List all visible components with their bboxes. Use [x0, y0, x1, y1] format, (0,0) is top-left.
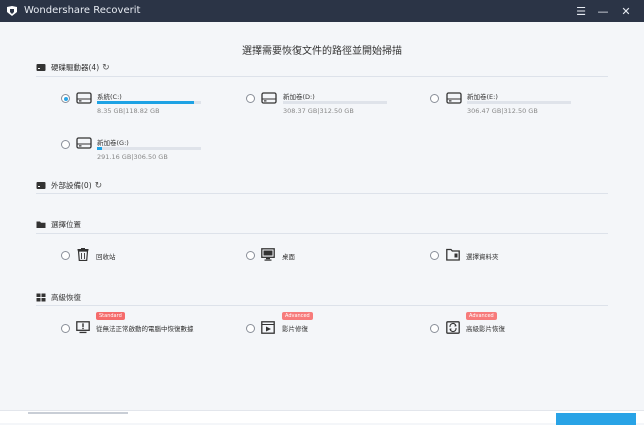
advanced-badge: Advanced [466, 312, 497, 320]
section-location-label: 選擇位置 [51, 220, 81, 229]
advanced-video-repair-radio[interactable] [246, 324, 255, 333]
minimize-icon[interactable]: — [595, 3, 611, 19]
drive-d-size: 308.37 GB|312.50 GB [283, 107, 354, 115]
section-divider [36, 305, 608, 306]
advanced-video-recover-radio[interactable] [430, 324, 439, 333]
section-external: 外部設備(0) ↻ [36, 180, 102, 191]
section-advanced-label: 高級恢復 [51, 293, 81, 302]
drive-g-usage-bar [97, 147, 201, 150]
location-desktop-label: 桌面 [282, 253, 295, 261]
app-title: Wondershare Recoverit [24, 5, 141, 16]
app-logo-icon [7, 6, 17, 16]
section-advanced: 高級恢復 [36, 292, 81, 303]
drive-g-name: 新加卷(G:) [97, 139, 129, 147]
drive-e-radio[interactable] [430, 94, 439, 103]
start-button[interactable] [556, 413, 636, 425]
page-title: 選擇需要恢復文件的路徑並開始掃描 [242, 46, 402, 57]
section-hard-drives: 硬碟驅動器(4) ↻ [36, 62, 110, 73]
hard-drive-icon [261, 92, 277, 104]
location-desktop-radio[interactable] [246, 251, 255, 260]
hard-drive-icon [446, 92, 462, 104]
drive-c-name: 系統(C:) [97, 93, 122, 101]
drive-d-radio[interactable] [246, 94, 255, 103]
folder-icon [446, 248, 460, 261]
drive-c-radio[interactable] [61, 94, 70, 103]
footer-hint [28, 412, 128, 414]
menu-icon[interactable]: ☰ [573, 3, 589, 19]
drive-d-name: 新加卷(D:) [283, 93, 315, 101]
drive-g-size: 291.16 GB|306.50 GB [97, 153, 168, 161]
drive-d-usage-bar [283, 101, 387, 104]
section-divider [36, 233, 608, 234]
video-recover-icon [446, 321, 460, 334]
advanced-crashed-pc-radio[interactable] [61, 324, 70, 333]
advanced-section-icon [36, 293, 46, 302]
location-folder-radio[interactable] [430, 251, 439, 260]
trash-icon [77, 248, 89, 261]
refresh-icon[interactable]: ↻ [102, 63, 110, 73]
monitor-icon [261, 248, 275, 261]
location-section-icon [36, 221, 46, 228]
section-divider [36, 76, 608, 77]
advanced-video-recover-label: 高級影片恢復 [466, 325, 505, 333]
drive-g-usage-fill [97, 147, 103, 150]
section-location: 選擇位置 [36, 219, 81, 230]
external-drive-section-icon [36, 182, 46, 189]
drive-e-usage-bar [467, 101, 571, 104]
footer-bar [0, 410, 644, 425]
drive-c-usage-fill [97, 101, 194, 104]
section-hard-drives-label: 硬碟驅動器(4) [51, 63, 100, 72]
close-icon[interactable]: ✕ [618, 3, 634, 19]
video-icon [261, 321, 275, 334]
location-folder-label: 選擇資料夾 [466, 253, 499, 261]
drive-e-name: 新加卷(E:) [467, 93, 498, 101]
location-recycle-bin-label: 回收站 [96, 253, 116, 261]
standard-badge: Standard [96, 312, 125, 320]
hard-drive-section-icon [36, 64, 46, 71]
drive-c-size: 8.35 GB|118.82 GB [97, 107, 160, 115]
drive-e-size: 306.47 GB|312.50 GB [467, 107, 538, 115]
alert-monitor-icon [76, 321, 90, 334]
advanced-crashed-pc-label: 從無法正常啟動的電腦中恢復數據 [96, 325, 194, 333]
hard-drive-icon [76, 92, 92, 104]
section-external-label: 外部設備(0) [51, 181, 92, 190]
location-recycle-bin-radio[interactable] [61, 251, 70, 260]
title-bar: Wondershare Recoverit ☰ — ✕ [0, 0, 644, 22]
section-divider [36, 193, 608, 194]
hard-drive-icon [76, 137, 92, 149]
drive-g-radio[interactable] [61, 140, 70, 149]
drive-c-usage-bar [97, 101, 201, 104]
advanced-badge: Advanced [282, 312, 313, 320]
refresh-icon[interactable]: ↻ [95, 181, 103, 191]
advanced-video-repair-label: 影片修復 [282, 325, 308, 333]
